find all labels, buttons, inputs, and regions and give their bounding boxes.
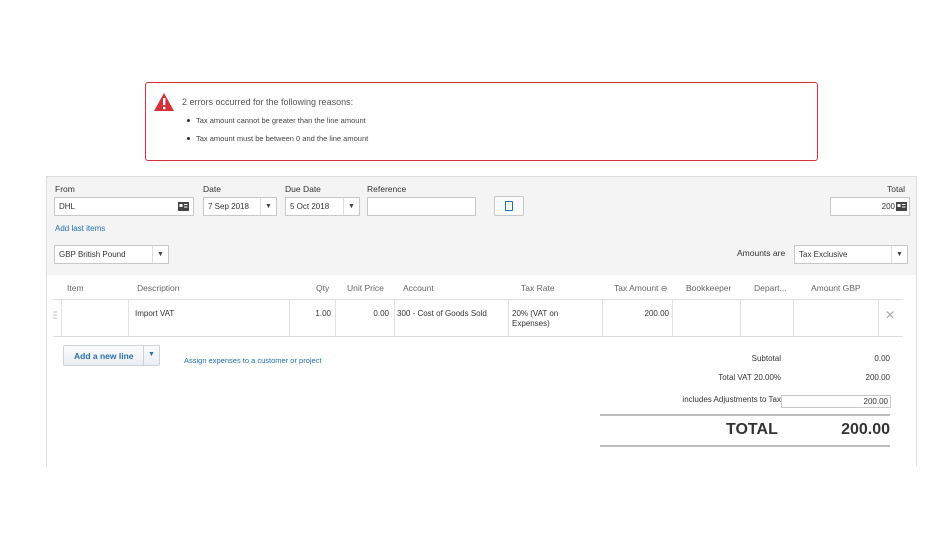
cell-divider <box>61 300 62 336</box>
chevron-down-icon[interactable]: ▼ <box>152 246 168 263</box>
warning-icon <box>154 93 174 111</box>
col-item[interactable]: Item <box>67 283 84 293</box>
currency-select[interactable]: GBP British Pound ▼ <box>54 245 169 264</box>
drag-handle-icon[interactable] <box>53 311 57 321</box>
chevron-down-icon[interactable]: ▼ <box>260 198 276 215</box>
cell-divider <box>508 300 509 336</box>
error-list: Tax amount cannot be greater than the li… <box>186 116 368 152</box>
table-row[interactable]: Import VAT 1.00 0.00 300 - Cost of Goods… <box>53 300 903 337</box>
col-tax-amount-label: Tax Amount <box>614 283 659 293</box>
copy-reference-button[interactable] <box>494 196 524 216</box>
due-date-field[interactable]: 5 Oct 2018 ▼ <box>285 197 360 216</box>
totals-divider <box>600 445 890 447</box>
cell-account[interactable]: 300 - Cost of Goods Sold <box>397 309 505 319</box>
add-new-line-label: Add a new line <box>74 351 134 361</box>
grand-total-label: TOTAL <box>726 421 778 438</box>
copy-icon <box>505 201 513 211</box>
cell-divider <box>793 300 794 336</box>
col-description[interactable]: Description <box>137 283 180 293</box>
total-label: Total <box>887 184 905 194</box>
subtotal-value: 0.00 <box>874 354 890 363</box>
cell-tax-amount[interactable]: 200.00 <box>606 309 669 319</box>
from-value: DHL <box>59 202 76 211</box>
due-date-label: Due Date <box>285 184 321 194</box>
button-divider <box>143 346 144 365</box>
col-tax-rate[interactable]: Tax Rate <box>521 283 555 293</box>
from-field[interactable]: DHL <box>54 197 194 216</box>
amounts-are-value: Tax Exclusive <box>799 250 848 259</box>
chevron-down-icon[interactable]: ▼ <box>891 246 907 263</box>
assign-expenses-link[interactable]: Assign expenses to a customer or project <box>184 356 322 365</box>
adjustments-value: 200.00 <box>863 397 888 406</box>
cell-divider <box>394 300 395 336</box>
reference-input[interactable] <box>367 197 476 216</box>
sort-icon[interactable]: ⊖ <box>661 284 668 293</box>
col-amount[interactable]: Amount GBP <box>811 283 861 293</box>
reference-label: Reference <box>367 184 407 194</box>
total-value: 200 <box>881 202 895 211</box>
cell-unit-price[interactable]: 0.00 <box>339 309 389 319</box>
cell-qty[interactable]: 1.00 <box>293 309 331 319</box>
subtotal-label: Subtotal <box>751 354 781 363</box>
cell-divider <box>335 300 336 336</box>
cell-divider <box>602 300 603 336</box>
close-icon[interactable]: ✕ <box>885 308 895 322</box>
bill-header <box>47 177 916 275</box>
col-bookkeeper[interactable]: Bookkeeper <box>686 283 731 293</box>
add-new-line-button[interactable]: Add a new line ▼ <box>63 345 160 366</box>
add-last-items-link[interactable]: Add last items <box>55 224 105 233</box>
cell-divider <box>128 300 129 336</box>
error-item: Tax amount must be between 0 and the lin… <box>186 134 368 152</box>
amounts-are-select[interactable]: Tax Exclusive ▼ <box>794 245 908 264</box>
total-field[interactable]: 200 <box>830 197 910 216</box>
cell-divider <box>878 300 879 336</box>
grand-total-value: 200.00 <box>841 421 890 438</box>
contact-card-icon[interactable] <box>178 201 189 212</box>
col-tax-amount[interactable]: Tax Amount ⊖ <box>614 283 668 293</box>
adjustments-input[interactable]: 200.00 <box>781 395 891 408</box>
chevron-down-icon[interactable]: ▼ <box>148 351 155 358</box>
from-label: From <box>55 184 75 194</box>
col-qty[interactable]: Qty <box>316 283 329 293</box>
error-summary: 2 errors occurred for the following reas… <box>145 82 818 161</box>
chevron-down-icon[interactable]: ▼ <box>343 198 359 215</box>
amounts-are-label: Amounts are <box>737 248 786 258</box>
error-title: 2 errors occurred for the following reas… <box>182 97 354 107</box>
due-date-value: 5 Oct 2018 <box>290 202 330 211</box>
total-vat-label: Total VAT 20.00% <box>718 373 781 382</box>
error-item: Tax amount cannot be greater than the li… <box>186 116 368 134</box>
calculator-icon[interactable] <box>896 201 907 212</box>
adjustments-label: includes Adjustments to Tax <box>682 395 781 404</box>
currency-value: GBP British Pound <box>59 250 126 259</box>
date-label: Date <box>203 184 221 194</box>
col-department[interactable]: Depart... <box>754 283 787 293</box>
totals-divider <box>600 414 890 416</box>
date-field[interactable]: 7 Sep 2018 ▼ <box>203 197 277 216</box>
col-account[interactable]: Account <box>403 283 434 293</box>
cell-tax-rate[interactable]: 20% (VAT on Expenses) <box>512 309 574 329</box>
line-items-header: Item Description Qty Unit Price Account … <box>53 275 903 300</box>
cell-divider <box>740 300 741 336</box>
cell-divider <box>289 300 290 336</box>
total-vat-value: 200.00 <box>865 373 890 382</box>
cell-divider <box>672 300 673 336</box>
bill-panel: From Date Due Date Reference Total DHL 7… <box>46 176 917 466</box>
date-value: 7 Sep 2018 <box>208 202 249 211</box>
col-unit-price[interactable]: Unit Price <box>347 283 384 293</box>
cell-description[interactable]: Import VAT <box>135 309 174 319</box>
